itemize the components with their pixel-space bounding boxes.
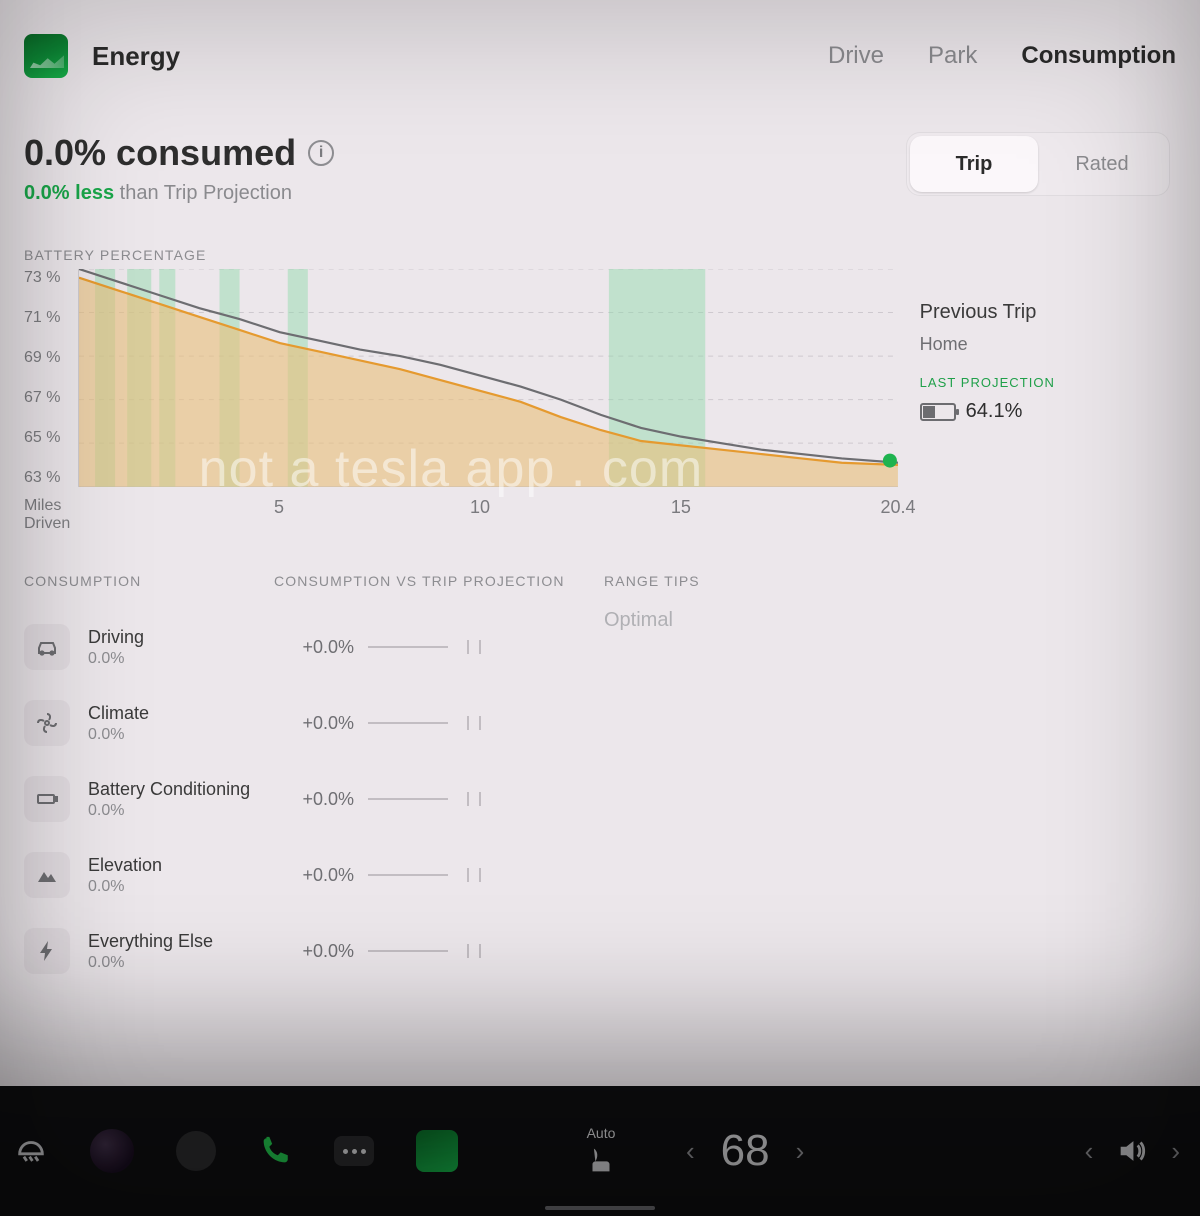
vs-row-bolt: +0.0% [274, 913, 604, 989]
trip-rated-toggle: Trip Rated [906, 132, 1170, 196]
chart-x-title: Miles Driven [24, 497, 78, 533]
vs-row-fan: +0.0% [274, 685, 604, 761]
vs-row-car: +0.0% [274, 609, 604, 685]
energy-app-icon [24, 34, 68, 78]
consumed-delta-suffix: than Trip Projection [114, 182, 292, 204]
chart-legend: Previous Trip Home LAST PROJECTION 64.1% [898, 269, 1176, 487]
vs-row-battery: +0.0% [274, 761, 604, 837]
vs-delta: +0.0% [274, 637, 354, 658]
legend-home: Home [920, 334, 1176, 355]
last-projection-value: 64.1% [966, 400, 1023, 423]
consumption-item-battery[interactable]: Battery Conditioning 0.0% [24, 761, 274, 837]
car-icon [24, 624, 70, 670]
consumption-item-bolt[interactable]: Everything Else 0.0% [24, 913, 274, 989]
consumption-value: 0.0% [88, 802, 250, 820]
cabin-temp[interactable]: 68 [721, 1126, 770, 1176]
temp-up-button[interactable]: › [796, 1136, 805, 1167]
home-indicator [545, 1206, 655, 1210]
tips-header: RANGE TIPS [604, 573, 904, 589]
consumed-subline: 0.0% less than Trip Projection [24, 182, 334, 205]
vs-header: CONSUMPTION VS TRIP PROJECTION [274, 573, 604, 589]
bolt-icon [24, 928, 70, 974]
consumed-delta: 0.0% less [24, 182, 114, 204]
seat-auto-label: Auto [587, 1125, 616, 1141]
more-button[interactable] [334, 1136, 374, 1166]
consumption-name: Elevation [88, 855, 162, 876]
consumption-value: 0.0% [88, 954, 213, 972]
consumption-header: CONSUMPTION [24, 573, 274, 589]
battery-icon [920, 403, 956, 421]
consumption-name: Everything Else [88, 931, 213, 952]
vs-delta: +0.0% [274, 713, 354, 734]
vs-delta: +0.0% [274, 789, 354, 810]
tips-value: Optimal [604, 609, 904, 632]
consumption-value: 0.0% [88, 726, 149, 744]
sparkline [368, 637, 488, 657]
seat-heater-button[interactable]: Auto [584, 1125, 618, 1177]
toggle-rated[interactable]: Rated [1038, 136, 1166, 192]
consumption-item-mountain[interactable]: Elevation 0.0% [24, 837, 274, 913]
vs-delta: +0.0% [274, 865, 354, 886]
last-projection-label: LAST PROJECTION [920, 375, 1176, 390]
consumption-item-car[interactable]: Driving 0.0% [24, 609, 274, 685]
legend-prev-trip: Previous Trip [920, 301, 1176, 324]
camera-button[interactable] [176, 1131, 216, 1171]
consumption-value: 0.0% [88, 878, 162, 896]
energy-dock-button[interactable] [416, 1130, 458, 1172]
vs-row-mountain: +0.0% [274, 837, 604, 913]
tab-park[interactable]: Park [928, 42, 977, 70]
battery-icon [24, 776, 70, 822]
tab-consumption[interactable]: Consumption [1021, 42, 1176, 70]
sparkline [368, 713, 488, 733]
info-icon[interactable]: i [308, 140, 334, 166]
consumption-item-fan[interactable]: Climate 0.0% [24, 685, 274, 761]
page-title: Energy [92, 41, 180, 72]
consumption-value: 0.0% [88, 650, 144, 668]
temp-down-button[interactable]: ‹ [686, 1136, 695, 1167]
tab-drive[interactable]: Drive [828, 42, 884, 70]
chart-x-ticks: 5101520.4 [78, 497, 898, 521]
defrost-button[interactable] [14, 1134, 48, 1168]
toggle-trip[interactable]: Trip [910, 136, 1038, 192]
sparkline [368, 941, 488, 961]
bottom-dock: Auto ‹ 68 › ‹ › [0, 1086, 1200, 1216]
fan-icon [24, 700, 70, 746]
phone-button[interactable] [258, 1134, 292, 1168]
consumption-name: Battery Conditioning [88, 779, 250, 800]
dashcam-button[interactable] [90, 1129, 134, 1173]
sparkline [368, 789, 488, 809]
vol-down-button[interactable]: ‹ [1085, 1136, 1094, 1167]
battery-chart[interactable]: not a tesla app . com [78, 269, 898, 487]
vol-up-button[interactable]: › [1171, 1136, 1180, 1167]
mode-tabs: Drive Park Consumption [828, 42, 1176, 70]
consumption-name: Driving [88, 627, 144, 648]
consumed-value: 0.0% consumed [24, 132, 296, 174]
vs-delta: +0.0% [274, 941, 354, 962]
volume-icon[interactable] [1115, 1134, 1149, 1168]
sparkline [368, 865, 488, 885]
consumption-name: Climate [88, 703, 149, 724]
chart-y-ticks: 73 %71 %69 %67 %65 %63 % [24, 269, 78, 487]
chart-y-title: BATTERY PERCENTAGE [24, 247, 1176, 263]
mountain-icon [24, 852, 70, 898]
